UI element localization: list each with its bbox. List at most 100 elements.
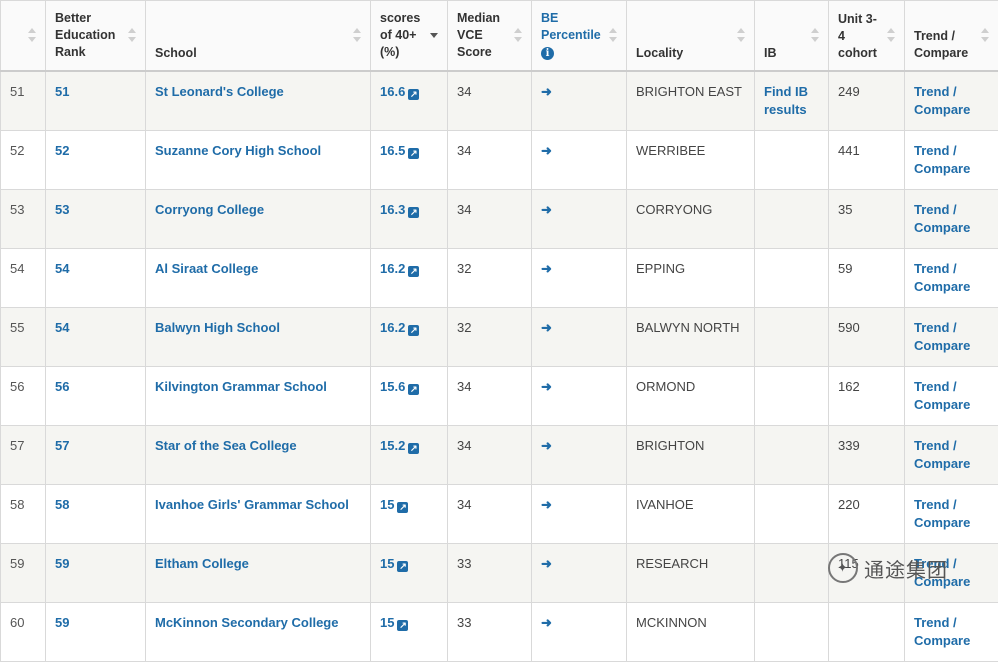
sort-icon — [736, 27, 746, 43]
rank-cell: 57 — [46, 425, 146, 484]
trend-compare-link[interactable]: Trend / Compare — [914, 261, 970, 294]
sort-icon — [980, 27, 990, 43]
table-row: 5252Suzanne Cory High School16.5↗34➜WERR… — [1, 130, 998, 189]
sign-in-icon[interactable]: ➜ — [541, 497, 552, 512]
header-school[interactable]: School — [146, 1, 371, 71]
school-link[interactable]: Kilvington Grammar School — [155, 379, 327, 394]
header-cohort[interactable]: Unit 3-4 cohort — [829, 1, 905, 71]
score-link[interactable]: 15.6↗ — [380, 379, 419, 394]
score-cell: 16.5↗ — [371, 130, 448, 189]
row-index: 57 — [10, 438, 24, 453]
trend-cell: Trend / Compare — [905, 248, 998, 307]
score-cell: 15↗ — [371, 602, 448, 661]
score-link[interactable]: 16.6↗ — [380, 84, 419, 99]
school-link[interactable]: Eltham College — [155, 556, 249, 571]
ib-cell — [755, 130, 829, 189]
score-link[interactable]: 15↗ — [380, 615, 408, 630]
school-link[interactable]: McKinnon Secondary College — [155, 615, 338, 630]
rank-link[interactable]: 57 — [55, 438, 69, 453]
table-row: 5554Balwyn High School16.2↗32➜BALWYN NOR… — [1, 307, 998, 366]
be-percentile-cell: ➜ — [532, 189, 627, 248]
school-link[interactable]: Al Siraat College — [155, 261, 258, 276]
row-index-cell: 59 — [1, 543, 46, 602]
rank-link[interactable]: 58 — [55, 497, 69, 512]
sign-in-icon[interactable]: ➜ — [541, 320, 552, 335]
rank-link[interactable]: 54 — [55, 261, 69, 276]
ib-results-link[interactable]: Find IB results — [764, 84, 808, 117]
header-index[interactable] — [1, 1, 46, 71]
school-link[interactable]: Star of the Sea College — [155, 438, 297, 453]
trend-compare-link[interactable]: Trend / Compare — [914, 143, 970, 176]
header-scores40[interactable]: scores of 40+ (%) — [371, 1, 448, 71]
trend-compare-link[interactable]: Trend / Compare — [914, 438, 970, 471]
header-be-percentile[interactable]: BE Percentilei — [532, 1, 627, 71]
school-cell: Balwyn High School — [146, 307, 371, 366]
info-circle-icon[interactable]: i — [541, 47, 554, 60]
school-link[interactable]: St Leonard's College — [155, 84, 284, 99]
be-percentile-cell: ➜ — [532, 366, 627, 425]
sign-in-icon[interactable]: ➜ — [541, 615, 552, 630]
score-link[interactable]: 16.2↗ — [380, 261, 419, 276]
score-cell: 15.2↗ — [371, 425, 448, 484]
header-ib[interactable]: IB — [755, 1, 829, 71]
trend-compare-link[interactable]: Trend / Compare — [914, 615, 970, 648]
trend-compare-link[interactable]: Trend / Compare — [914, 497, 970, 530]
school-link[interactable]: Corryong College — [155, 202, 264, 217]
row-index-cell: 52 — [1, 130, 46, 189]
header-rank[interactable]: Better Education Rank — [46, 1, 146, 71]
sign-in-icon[interactable]: ➜ — [541, 202, 552, 217]
locality-value: BALWYN NORTH — [636, 320, 740, 335]
sign-in-icon[interactable]: ➜ — [541, 379, 552, 394]
score-cell: 16.6↗ — [371, 71, 448, 131]
table-header-row: Better Education Rank School scores of 4… — [1, 1, 998, 71]
rank-link[interactable]: 54 — [55, 320, 69, 335]
rank-cell: 51 — [46, 71, 146, 131]
row-index: 56 — [10, 379, 24, 394]
header-locality[interactable]: Locality — [627, 1, 755, 71]
school-link[interactable]: Suzanne Cory High School — [155, 143, 321, 158]
rank-cell: 58 — [46, 484, 146, 543]
score-link[interactable]: 16.2↗ — [380, 320, 419, 335]
score-link[interactable]: 15↗ — [380, 556, 408, 571]
school-link[interactable]: Balwyn High School — [155, 320, 280, 335]
sign-in-icon[interactable]: ➜ — [541, 261, 552, 276]
header-trend[interactable]: Trend / Compare — [905, 1, 998, 71]
rank-link[interactable]: 53 — [55, 202, 69, 217]
sign-in-icon[interactable]: ➜ — [541, 438, 552, 453]
trend-compare-link[interactable]: Trend / Compare — [914, 379, 970, 412]
trend-cell: Trend / Compare — [905, 189, 998, 248]
sign-in-icon[interactable]: ➜ — [541, 84, 552, 99]
row-index: 53 — [10, 202, 24, 217]
school-cell: Ivanhoe Girls' Grammar School — [146, 484, 371, 543]
score-value: 15 — [380, 615, 394, 630]
trend-compare-link[interactable]: Trend / Compare — [914, 84, 970, 117]
median-value: 32 — [457, 320, 471, 335]
score-value: 15.2 — [380, 438, 405, 453]
school-cell: St Leonard's College — [146, 71, 371, 131]
row-index-cell: 53 — [1, 189, 46, 248]
score-link[interactable]: 15.2↗ — [380, 438, 419, 453]
rank-link[interactable]: 51 — [55, 84, 69, 99]
trend-compare-link[interactable]: Trend / Compare — [914, 320, 970, 353]
rank-link[interactable]: 59 — [55, 556, 69, 571]
sign-in-icon[interactable]: ➜ — [541, 143, 552, 158]
sort-icon — [352, 27, 362, 43]
row-index-cell: 56 — [1, 366, 46, 425]
median-cell: 33 — [448, 602, 532, 661]
school-link[interactable]: Ivanhoe Girls' Grammar School — [155, 497, 349, 512]
rank-link[interactable]: 56 — [55, 379, 69, 394]
rank-link[interactable]: 59 — [55, 615, 69, 630]
rank-link[interactable]: 52 — [55, 143, 69, 158]
score-link[interactable]: 16.5↗ — [380, 143, 419, 158]
sign-in-icon[interactable]: ➜ — [541, 556, 552, 571]
locality-cell: BRIGHTON — [627, 425, 755, 484]
median-value: 34 — [457, 438, 471, 453]
table-row: 5858Ivanhoe Girls' Grammar School15↗34➜I… — [1, 484, 998, 543]
locality-cell: BALWYN NORTH — [627, 307, 755, 366]
score-link[interactable]: 15↗ — [380, 497, 408, 512]
row-index-cell: 51 — [1, 71, 46, 131]
trend-compare-link[interactable]: Trend / Compare — [914, 202, 970, 235]
score-link[interactable]: 16.3↗ — [380, 202, 419, 217]
header-median-vce[interactable]: Median VCE Score — [448, 1, 532, 71]
locality-value: BRIGHTON — [636, 438, 704, 453]
